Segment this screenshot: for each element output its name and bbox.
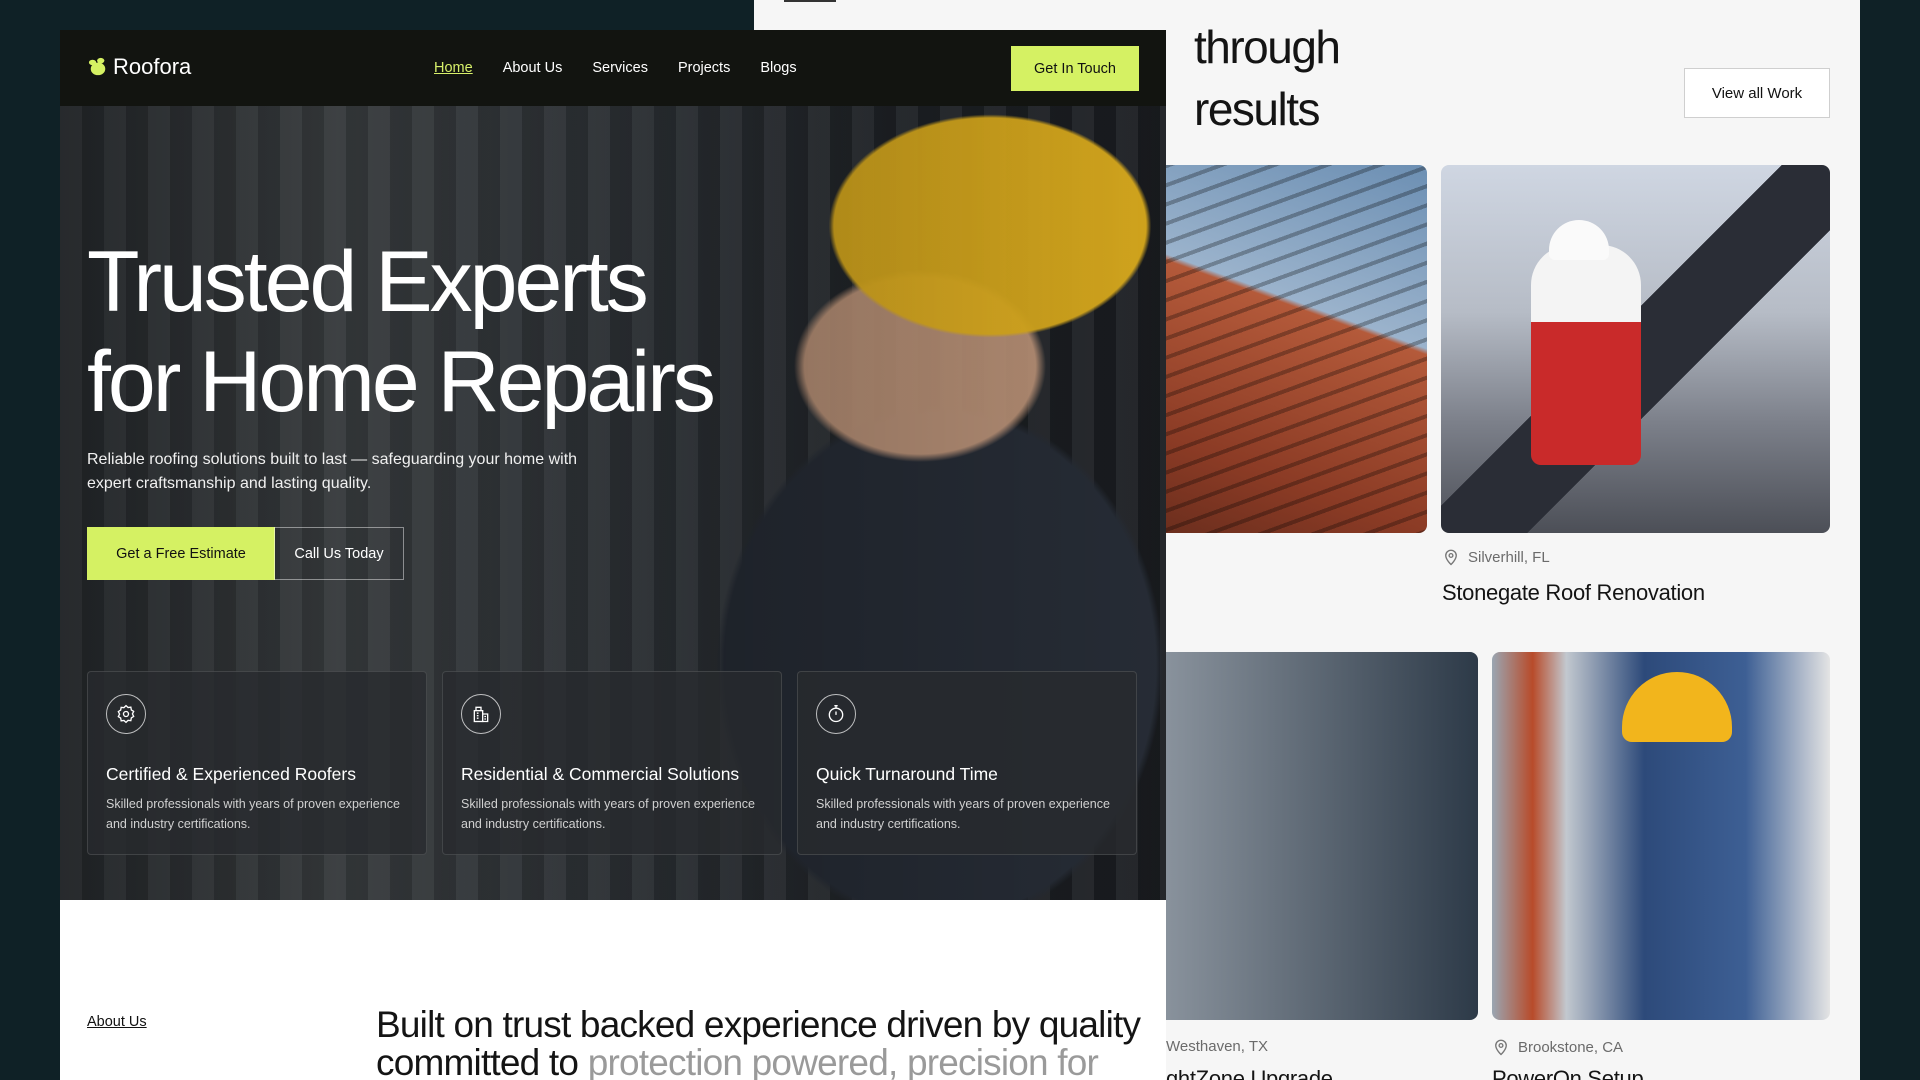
project-title[interactable]: PowerOn Setup [1492,1066,1644,1080]
project-title[interactable]: Stonegate Roof Renovation [1442,580,1705,606]
feature-card: Quick Turnaround Time Skilled profession… [797,671,1137,855]
feature-description: Skilled professionals with years of prov… [106,797,400,831]
badge-gear-icon [106,694,146,734]
project-location-text: Brookstone, CA [1518,1038,1624,1056]
brand-name: Roofora [113,54,192,79]
view-all-work-button[interactable]: View all Work [1684,68,1830,118]
project-location: Silverhill, FL [1442,548,1550,566]
building-icon [461,694,501,734]
about-heading-line1: Built on trust backed experience driven … [376,1004,1141,1045]
hero-title-line1: Trusted Experts [87,234,649,330]
about-heading-line2: committed to protection powered, precisi… [376,1044,1166,1080]
project-location: Westhaven, TX [1166,1038,1268,1055]
project-image-solar-roof[interactable] [1441,165,1830,533]
hero-subtitle: Reliable roofing solutions built to last… [87,451,578,492]
location-pin-icon [1495,1039,1507,1056]
hero-title-line2: for Home Repairs [87,334,716,430]
navbar: Roofora Home About Us Services Projects … [60,30,1166,106]
nav-item-about[interactable]: About Us [503,60,563,76]
hero-title: Trusted Experts for Home Repairs [87,232,847,432]
project-location-text: Silverhill, FL [1468,548,1550,566]
about-heading-muted: protection powered, precision for [587,1042,1099,1080]
about-heading-dark: committed to [376,1042,588,1080]
free-estimate-button[interactable]: Get a Free Estimate [87,527,275,580]
hero-section: Trusted Experts for Home Repairs Reliabl… [60,106,1166,900]
main-nav: Home About Us Services Projects Blogs [434,30,797,106]
feature-card: Certified & Experienced Roofers Skilled … [87,671,427,855]
feature-title: Certified & Experienced Roofers [106,764,356,784]
project-location: Brookstone, CA [1492,1038,1623,1056]
feature-title: Quick Turnaround Time [816,764,998,784]
helmet-shape [1549,220,1609,260]
leaf-logo-icon [88,57,106,76]
project-image-meter-wiring[interactable] [1492,652,1830,1020]
nav-item-services[interactable]: Services [592,60,648,76]
logo[interactable]: Roofora [87,54,191,80]
call-us-button[interactable]: Call Us Today [274,527,404,580]
home-page: Roofora Home About Us Services Projects … [60,30,1166,1080]
feature-title: Residential & Commercial Solutions [461,764,740,784]
get-in-touch-button[interactable]: Get In Touch [1011,46,1139,91]
stopwatch-icon [816,694,856,734]
nav-item-projects[interactable]: Projects [678,60,730,76]
section-eyebrow [784,0,836,2]
feature-card: Residential & Commercial Solutions Skill… [442,671,782,855]
location-pin-icon [1445,549,1457,566]
nav-item-blogs[interactable]: Blogs [760,60,796,76]
worker-figure [1531,245,1641,465]
feature-cards: Certified & Experienced Roofers Skilled … [87,671,1137,855]
project-location-text: Westhaven, TX [1166,1038,1268,1055]
project-title[interactable]: ghtZone Upgrade [1166,1066,1333,1080]
nav-item-home[interactable]: Home [434,60,473,76]
feature-description: Skilled professionals with years of prov… [461,797,755,831]
about-us-link[interactable]: About Us [87,1014,147,1030]
feature-description: Skilled professionals with years of prov… [816,797,1110,831]
helmet-shape [1622,672,1732,742]
about-heading: Built on trust backed experience driven … [376,1006,1166,1080]
